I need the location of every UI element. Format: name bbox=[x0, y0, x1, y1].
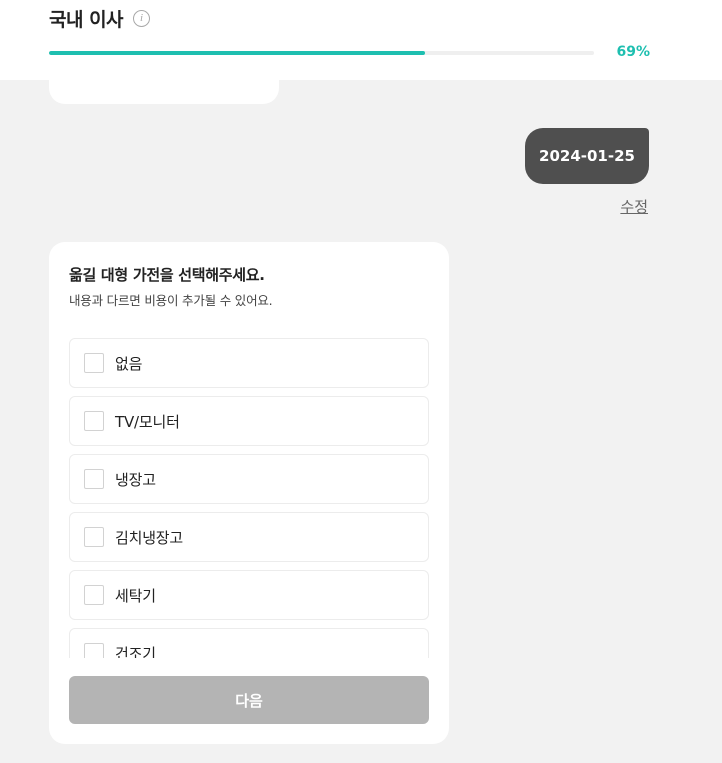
option-label: 세탁기 bbox=[115, 586, 156, 605]
option-label: 냉장고 bbox=[115, 470, 156, 489]
answer-date: 2024-01-25 bbox=[539, 147, 635, 165]
option-label: 건조기 bbox=[115, 644, 156, 659]
next-button[interactable]: 다음 bbox=[69, 676, 429, 724]
option-dryer[interactable]: 건조기 bbox=[69, 628, 429, 658]
option-tv-monitor[interactable]: TV/모니터 bbox=[69, 396, 429, 446]
header: 국내 이사 i 69% bbox=[0, 0, 722, 80]
progress-fill bbox=[49, 51, 426, 55]
option-label: TV/모니터 bbox=[115, 412, 180, 431]
checkbox[interactable] bbox=[84, 353, 104, 373]
question-subtitle: 내용과 다르면 비용이 추가될 수 있어요. bbox=[69, 293, 273, 308]
info-icon[interactable]: i bbox=[133, 9, 151, 27]
previous-question-card bbox=[49, 80, 279, 104]
option-label: 김치냉장고 bbox=[115, 528, 184, 547]
edit-link[interactable]: 수정 bbox=[620, 196, 648, 217]
option-washer[interactable]: 세탁기 bbox=[69, 570, 429, 620]
option-refrigerator[interactable]: 냉장고 bbox=[69, 454, 429, 504]
question-title: 옮길 대형 가전을 선택해주세요. bbox=[69, 266, 265, 284]
progress-percent: 69% bbox=[616, 44, 650, 60]
progress-bar bbox=[49, 51, 594, 55]
page-title: 국내 이사 bbox=[49, 8, 124, 31]
checkbox[interactable] bbox=[84, 527, 104, 547]
option-kimchi-refrigerator[interactable]: 김치냉장고 bbox=[69, 512, 429, 562]
checkbox[interactable] bbox=[84, 411, 104, 431]
options-list[interactable]: 없음 TV/모니터 냉장고 김치냉장고 세탁기 건조기 bbox=[69, 338, 429, 658]
checkbox[interactable] bbox=[84, 643, 104, 658]
checkbox[interactable] bbox=[84, 585, 104, 605]
option-none[interactable]: 없음 bbox=[69, 338, 429, 388]
question-card: 옮길 대형 가전을 선택해주세요. 내용과 다르면 비용이 추가될 수 있어요.… bbox=[49, 242, 449, 744]
option-label: 없음 bbox=[115, 354, 143, 373]
answer-bubble: 2024-01-25 bbox=[525, 128, 649, 184]
checkbox[interactable] bbox=[84, 469, 104, 489]
title-row: 국내 이사 i bbox=[49, 4, 151, 32]
